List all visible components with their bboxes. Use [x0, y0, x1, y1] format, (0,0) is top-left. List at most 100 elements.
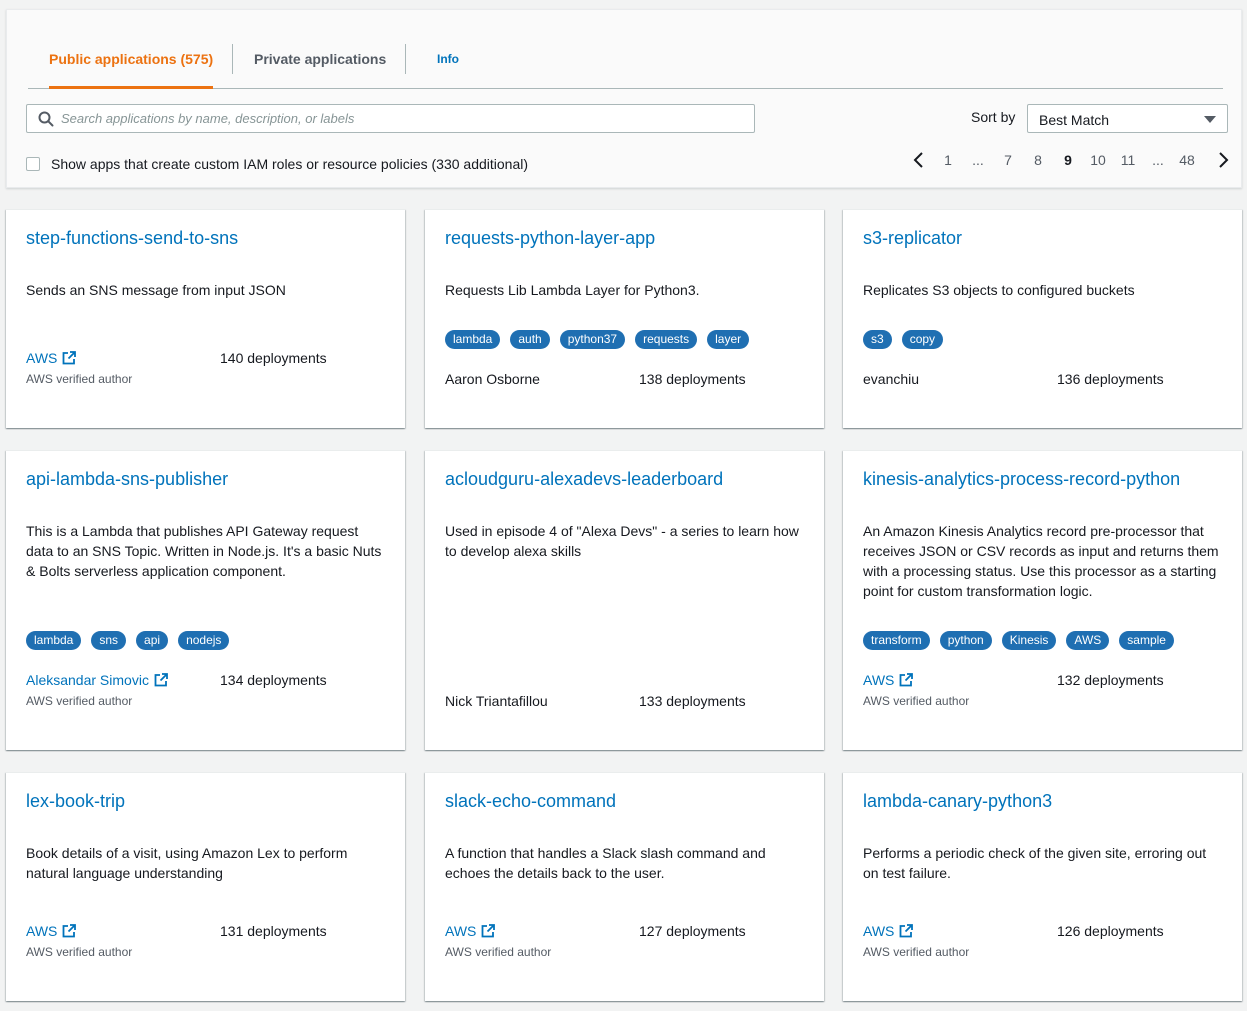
- deployment-count: 126 deployments: [1057, 923, 1164, 939]
- app-title-link[interactable]: requests-python-layer-app: [445, 228, 655, 249]
- tab-divider: [232, 44, 233, 74]
- tab-public-applications[interactable]: Public applications (575): [49, 44, 214, 89]
- external-link-icon: [899, 924, 914, 938]
- label-badge[interactable]: copy: [901, 330, 944, 349]
- tab-private-label: Private applications: [254, 51, 387, 67]
- tab-divider: [405, 44, 406, 74]
- page-link[interactable]: 10: [1088, 152, 1108, 168]
- app-card: step-functions-send-to-sns Sends an SNS …: [6, 209, 405, 428]
- external-link-icon: [481, 924, 496, 938]
- app-title-link[interactable]: lex-book-trip: [26, 791, 125, 812]
- custom-iam-checkbox-label[interactable]: Show apps that create custom IAM roles o…: [51, 156, 528, 172]
- app-card: lambda-canary-python3 Performs a periodi…: [843, 772, 1242, 1001]
- label-badge[interactable]: sample: [1119, 631, 1174, 650]
- info-link[interactable]: Info: [437, 44, 459, 74]
- verified-author-note: AWS verified author: [26, 945, 133, 959]
- app-title-link[interactable]: api-lambda-sns-publisher: [26, 469, 228, 490]
- label-badge[interactable]: nodejs: [178, 631, 230, 650]
- page-link[interactable]: 8: [1033, 152, 1043, 168]
- author-link[interactable]: AWS: [863, 923, 914, 939]
- label-badge[interactable]: layer: [707, 330, 750, 349]
- author-name: AWS: [445, 923, 477, 939]
- label-badge[interactable]: lambda: [445, 330, 501, 349]
- chevron-right-icon[interactable]: [1215, 151, 1231, 169]
- sort-selected-value: Best Match: [1039, 112, 1110, 128]
- chevron-left-icon[interactable]: [911, 151, 927, 169]
- tab-bar: Public applications (575) Private applic…: [28, 44, 1223, 89]
- search-box: [26, 104, 755, 133]
- label-badge[interactable]: python37: [559, 330, 626, 349]
- label-badge[interactable]: lambda: [26, 631, 82, 650]
- search-input[interactable]: [61, 105, 741, 132]
- app-title-link[interactable]: slack-echo-command: [445, 791, 616, 812]
- label-badge[interactable]: s3: [863, 330, 892, 349]
- active-tab-underline: [49, 86, 214, 89]
- label-badge[interactable]: api: [136, 631, 169, 650]
- app-title-link[interactable]: lambda-canary-python3: [863, 791, 1052, 812]
- external-link-icon: [62, 351, 77, 365]
- verified-author-note: AWS verified author: [26, 694, 133, 708]
- pagination: 1 ... 7 8 9 10 11 ... 48: [907, 149, 1229, 173]
- page-link[interactable]: 11: [1118, 152, 1138, 168]
- author-link[interactable]: AWS: [445, 923, 496, 939]
- app-title-link[interactable]: acloudguru-alexadevs-leaderboard: [445, 469, 723, 490]
- label-list: transform python Kinesis AWS sample: [863, 631, 1174, 651]
- page-link[interactable]: 1: [943, 152, 953, 168]
- label-badge[interactable]: transform: [863, 631, 930, 650]
- page-link[interactable]: 48: [1177, 152, 1197, 168]
- deployment-count: 138 deployments: [639, 371, 746, 387]
- author-name: Aaron Osborne: [445, 371, 540, 387]
- app-description: Performs a periodic check of the given s…: [863, 845, 1207, 881]
- caret-down-icon: [1204, 116, 1216, 123]
- sort-select[interactable]: Best Match: [1027, 104, 1228, 133]
- deployment-count: 127 deployments: [639, 923, 746, 939]
- author-name: AWS: [26, 350, 58, 366]
- label-badge[interactable]: python: [939, 631, 992, 650]
- label-badge[interactable]: auth: [510, 330, 550, 349]
- app-description: Requests Lib Lambda Layer for Python3.: [445, 282, 700, 298]
- search-icon: [38, 111, 54, 127]
- app-title-link[interactable]: step-functions-send-to-sns: [26, 228, 238, 249]
- deployment-count: 133 deployments: [639, 693, 746, 709]
- filter-panel: Public applications (575) Private applic…: [6, 9, 1242, 188]
- label-badge[interactable]: sns: [91, 631, 127, 650]
- app-description: Used in episode 4 of "Alexa Devs" - a se…: [445, 523, 799, 559]
- author-link[interactable]: AWS: [26, 350, 77, 366]
- app-title-link[interactable]: s3-replicator: [863, 228, 962, 249]
- external-link-icon: [62, 924, 77, 938]
- label-list: s3 copy: [863, 330, 944, 350]
- custom-iam-checkbox[interactable]: [26, 157, 40, 171]
- app-card: kinesis-analytics-process-record-python …: [843, 450, 1242, 750]
- app-description: This is a Lambda that publishes API Gate…: [26, 523, 382, 579]
- deployment-count: 140 deployments: [220, 350, 327, 366]
- label-list: lambda sns api nodejs: [26, 631, 230, 651]
- app-description: A function that handles a Slack slash co…: [445, 845, 766, 881]
- tab-private-applications[interactable]: Private applications: [254, 44, 386, 88]
- deployment-count: 131 deployments: [220, 923, 327, 939]
- app-card: lex-book-trip Book details of a visit, u…: [6, 772, 405, 1001]
- app-description: Replicates S3 objects to configured buck…: [863, 282, 1135, 298]
- author-name: Nick Triantafillou: [445, 693, 548, 709]
- author-name: AWS: [26, 923, 58, 939]
- page-link-current[interactable]: 9: [1063, 152, 1073, 168]
- app-card: api-lambda-sns-publisher This is a Lambd…: [6, 450, 405, 750]
- verified-author-note: AWS verified author: [26, 372, 133, 386]
- page-link[interactable]: 7: [1003, 152, 1013, 168]
- tab-public-label: Public applications (575): [49, 51, 214, 67]
- label-badge[interactable]: requests: [635, 330, 698, 349]
- author-name: evanchiu: [863, 371, 920, 387]
- label-badge[interactable]: Kinesis: [1001, 631, 1057, 650]
- deployment-count: 134 deployments: [220, 672, 327, 688]
- external-link-icon: [154, 673, 168, 687]
- verified-author-note: AWS verified author: [863, 694, 970, 708]
- app-description: Sends an SNS message from input JSON: [26, 282, 286, 298]
- app-card: acloudguru-alexadevs-leaderboard Used in…: [425, 450, 824, 750]
- author-link[interactable]: AWS: [26, 923, 77, 939]
- page-ellipsis: ...: [1152, 152, 1164, 168]
- author-link[interactable]: AWS: [863, 672, 914, 688]
- app-title-link[interactable]: kinesis-analytics-process-record-python: [863, 469, 1180, 490]
- deployment-count: 132 deployments: [1057, 672, 1164, 688]
- author-link[interactable]: Aleksandar Simovic: [26, 672, 168, 688]
- label-badge[interactable]: AWS: [1066, 631, 1110, 650]
- app-card: requests-python-layer-app Requests Lib L…: [425, 209, 824, 428]
